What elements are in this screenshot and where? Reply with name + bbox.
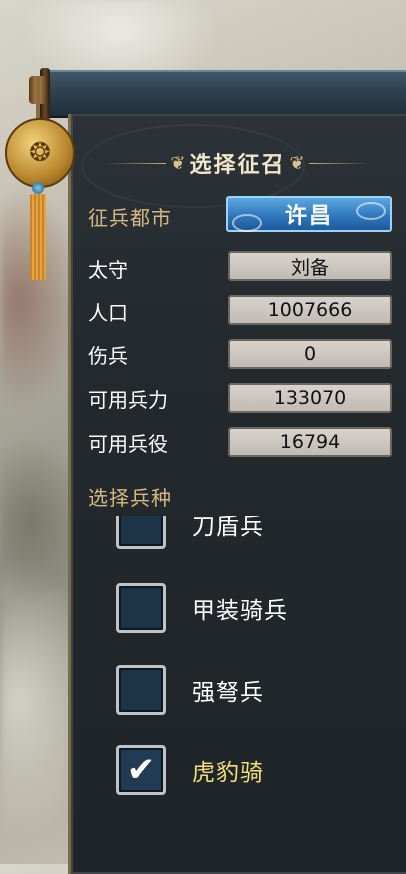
troop-label: 强弩兵	[192, 680, 264, 706]
available-troops-value: 133070	[228, 383, 392, 413]
cloud-decoration-right	[356, 202, 386, 220]
population-value: 1007666	[228, 295, 392, 325]
troop-checkbox[interactable]	[116, 516, 166, 549]
title-ornament-right-icon: ❦	[289, 152, 305, 174]
governor-label: 太守	[88, 258, 128, 282]
ornament-bead	[32, 182, 44, 194]
troop-label-selected: 虎豹骑	[192, 760, 264, 786]
cloud-decoration-left	[232, 214, 262, 232]
troop-item-tiger-leopard-cavalry[interactable]: ✔ 虎豹骑	[116, 744, 264, 796]
check-icon: ✔	[126, 750, 156, 790]
recruit-city-button[interactable]: 许昌	[226, 196, 392, 232]
ornament-disc-icon: ❂	[5, 118, 75, 188]
troop-label: 刀盾兵	[192, 516, 264, 540]
recruit-city-label: 征兵都市	[88, 206, 172, 230]
troop-type-list[interactable]: 刀盾兵 甲装骑兵 强弩兵 ✔ 虎豹骑	[70, 516, 406, 864]
panel-title: 选择征召	[189, 152, 286, 178]
wounded-value: 0	[228, 339, 392, 369]
troop-item-armored-cavalry[interactable]: 甲装骑兵	[116, 582, 288, 634]
governor-value: 刘备	[228, 251, 392, 281]
available-conscripts-label: 可用兵役	[88, 432, 168, 456]
available-troops-label: 可用兵力	[88, 388, 168, 412]
ornament-tassel	[30, 194, 46, 280]
title-ornament-left-icon: ❦	[170, 152, 186, 174]
troop-checkbox[interactable]	[116, 583, 166, 633]
troop-checkbox[interactable]	[116, 665, 166, 715]
title-divider-left	[105, 162, 167, 164]
available-conscripts-value: 16794	[228, 427, 392, 457]
troop-checkbox-checked[interactable]: ✔	[116, 745, 166, 795]
recruit-city-value: 许昌	[284, 204, 333, 229]
troop-item-crossbowmen[interactable]: 强弩兵	[116, 664, 264, 716]
wounded-label: 伤兵	[88, 344, 128, 368]
title-divider-right	[308, 162, 371, 164]
troop-label: 甲装骑兵	[192, 598, 288, 624]
troop-type-label: 选择兵种	[88, 486, 172, 510]
scroll-header-bar	[40, 68, 406, 120]
troop-item-sword-shield[interactable]: 刀盾兵	[116, 516, 264, 550]
population-label: 人口	[88, 301, 128, 325]
panel-title-row: ❦ 选择征召 ❦	[105, 147, 371, 179]
